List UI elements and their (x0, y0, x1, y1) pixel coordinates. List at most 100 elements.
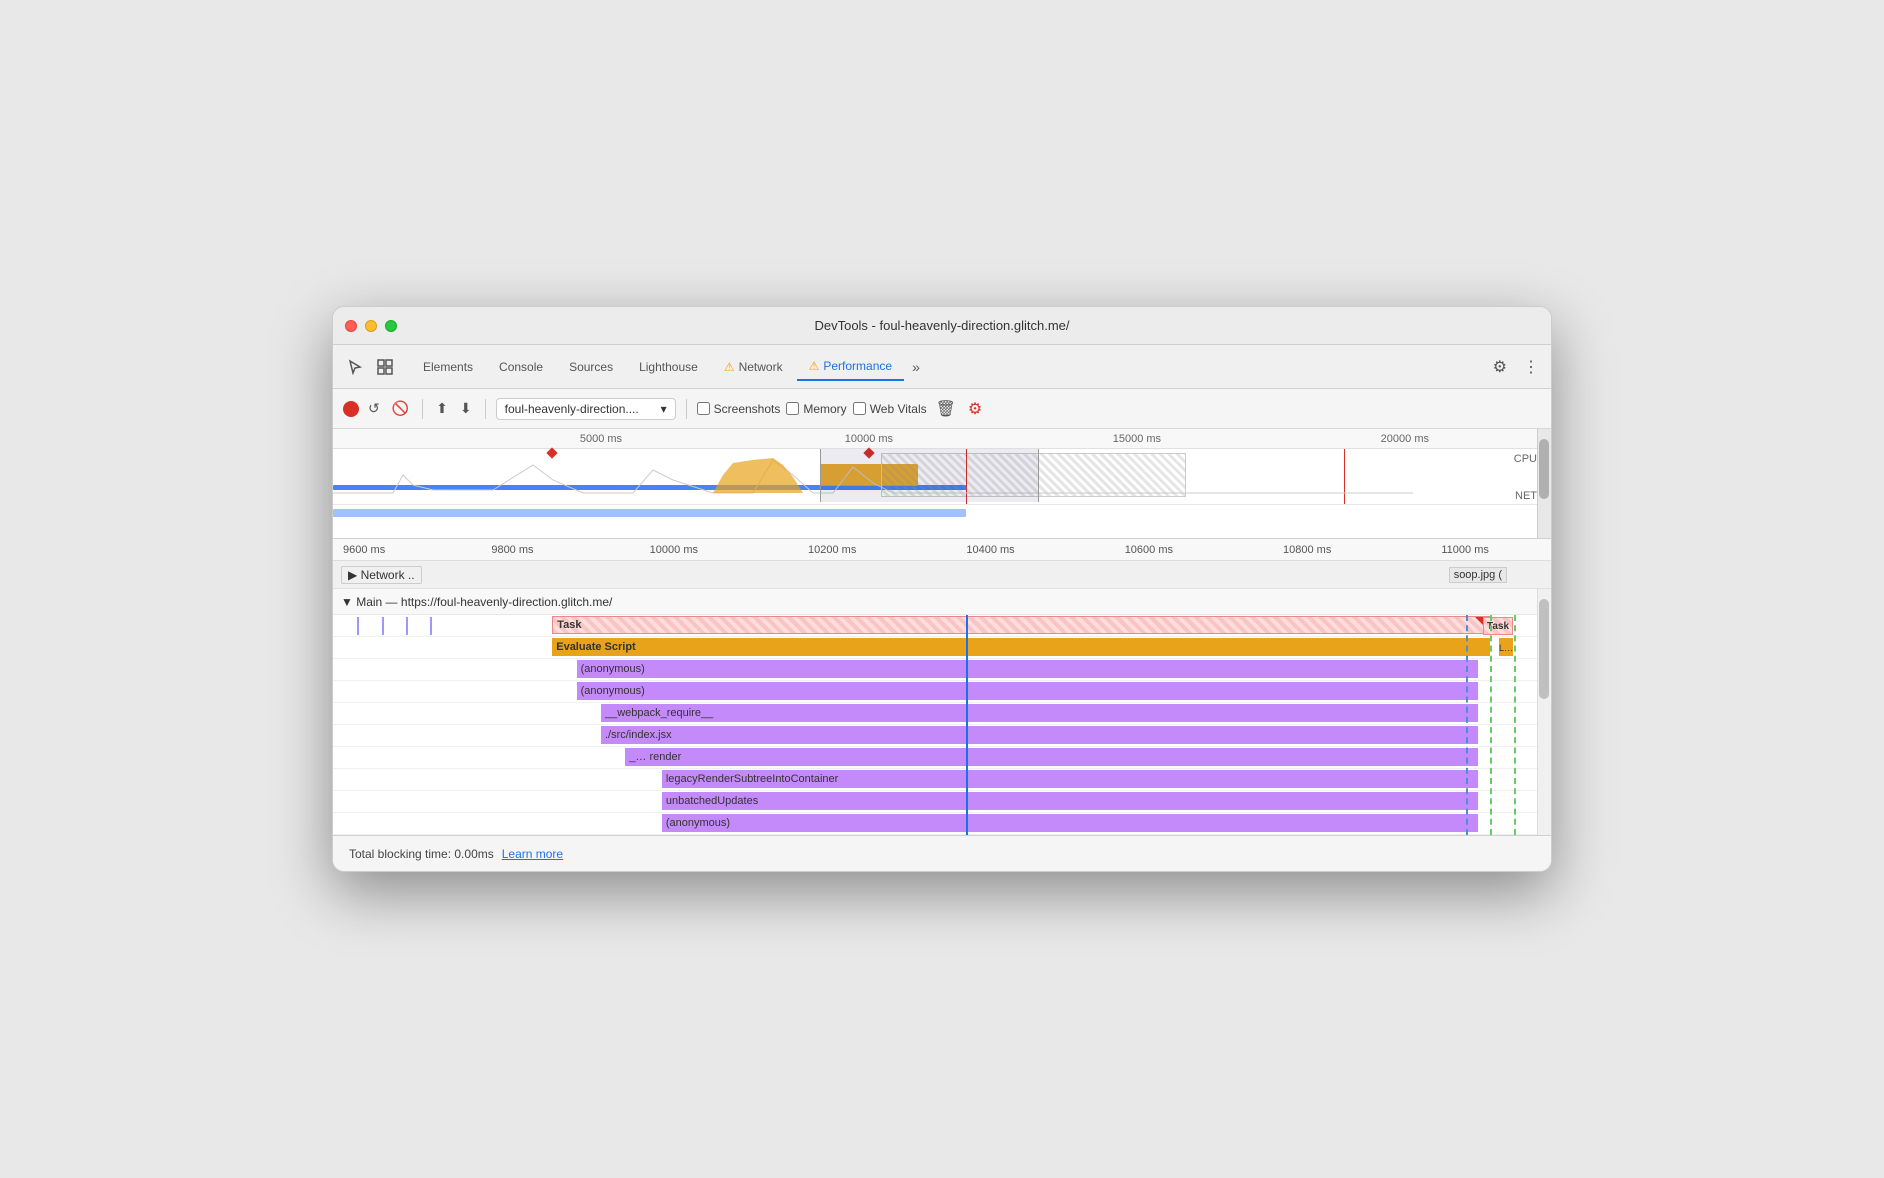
blocking-time-label: Total blocking time: 0.00ms (349, 847, 494, 861)
soop-badge: soop.jpg ( (1449, 567, 1507, 583)
scrollbar-thumb[interactable] (1539, 599, 1549, 699)
selection-band[interactable] (820, 449, 1039, 502)
anon3-bar[interactable]: (anonymous) (662, 814, 1478, 832)
tab-lighthouse[interactable]: Lighthouse (627, 354, 710, 380)
more-tabs-button[interactable]: » (906, 355, 926, 379)
toolbar-nav (341, 355, 399, 379)
flame-row-webpack[interactable]: __webpack_require__ (333, 703, 1551, 725)
tick-9600: 9600 ms (343, 544, 385, 556)
task-label: Task (557, 619, 581, 631)
download-button[interactable]: ⬇ (457, 397, 475, 420)
menu-button[interactable]: ⋮ (1519, 353, 1543, 381)
minimize-button[interactable] (365, 320, 377, 332)
scrollbar-thumb[interactable] (1539, 439, 1549, 499)
title-bar: DevTools - foul-heavenly-direction.glitc… (333, 307, 1551, 345)
reload-button[interactable]: ↺ (365, 397, 383, 420)
main-toolbar: Elements Console Sources Lighthouse ⚠ Ne… (333, 345, 1551, 389)
tab-performance[interactable]: ⚠ Performance (797, 353, 904, 381)
separator3 (686, 399, 687, 419)
tick-20000: 20000 ms (1381, 433, 1429, 445)
cursor-icon[interactable] (341, 355, 369, 379)
web-vitals-input[interactable] (853, 402, 866, 415)
tab-bar: Elements Console Sources Lighthouse ⚠ Ne… (411, 353, 1485, 381)
flame-rows: Task Task Evaluate Script L… (333, 615, 1551, 835)
webpack-label: __webpack_require__ (605, 707, 713, 719)
webpack-bar[interactable]: __webpack_require__ (601, 704, 1478, 722)
eval-label: Evaluate Script (556, 641, 635, 653)
dashed-line-3 (1514, 615, 1516, 835)
memory-input[interactable] (786, 402, 799, 415)
anon1-label: (anonymous) (581, 663, 645, 675)
tick-10200: 10200 ms (808, 544, 856, 556)
anon3-label: (anonymous) (666, 817, 730, 829)
tab-elements[interactable]: Elements (411, 354, 485, 380)
dashed-line-2 (1490, 615, 1492, 835)
net-label: NET (1515, 490, 1537, 502)
tick-9800: 9800 ms (491, 544, 533, 556)
settings-button[interactable]: ⚙ (1489, 353, 1511, 381)
record-bar: ↺ 🚫 ⬆ ⬇ foul-heavenly-direction.... ▾ Sc… (333, 389, 1551, 429)
inspect-icon[interactable] (371, 355, 399, 379)
render-bar[interactable]: _… render (625, 748, 1478, 766)
task-bar[interactable]: Task (552, 616, 1490, 634)
flame-row-render[interactable]: _… render (333, 747, 1551, 769)
close-button[interactable] (345, 320, 357, 332)
learn-more-link[interactable]: Learn more (502, 847, 563, 861)
tab-network[interactable]: ⚠ Network (712, 354, 795, 380)
unbatched-label: unbatchedUpdates (666, 795, 758, 807)
tick-10000: 10000 ms (845, 433, 893, 445)
memory-checkbox[interactable]: Memory (786, 402, 846, 416)
task-bar-right[interactable]: Task (1483, 617, 1513, 635)
dropdown-arrow-icon: ▾ (661, 402, 667, 416)
network-row-header: ▶ Network .. soop.jpg ( (333, 561, 1551, 589)
flame-row-anon3[interactable]: (anonymous) (333, 813, 1551, 835)
time-ruler-bottom: 9600 ms 9800 ms 10000 ms 10200 ms 10400 … (333, 539, 1551, 561)
eval-bar-right: L… (1499, 638, 1513, 656)
net-bar (333, 509, 966, 517)
src-label: ./src/index.jsx (605, 729, 672, 741)
legacy-label: legacyRenderSubtreeIntoContainer (666, 773, 838, 785)
vertical-cursor-line (966, 615, 968, 835)
flame-chart-wrapper: ▼ Main — https://foul-heavenly-direction… (333, 589, 1551, 835)
flame-row-anon2[interactable]: (anonymous) (333, 681, 1551, 703)
overview-scrollbar[interactable] (1537, 429, 1551, 538)
anon2-bar[interactable]: (anonymous) (577, 682, 1478, 700)
flame-row-legacy[interactable]: legacyRenderSubtreeIntoContainer (333, 769, 1551, 791)
render-label: _… render (629, 751, 681, 763)
tab-sources[interactable]: Sources (557, 354, 625, 380)
trash-button[interactable]: 🗑 (933, 396, 959, 422)
flame-row-anon1[interactable]: (anonymous) (333, 659, 1551, 681)
flame-row-task[interactable]: Task Task (333, 615, 1551, 637)
tick-11000: 11000 ms (1441, 544, 1489, 556)
eval-bar[interactable]: Evaluate Script (552, 638, 1490, 656)
flame-row-src[interactable]: ./src/index.jsx (333, 725, 1551, 747)
left-marker3 (406, 617, 408, 635)
flame-row-unbatched[interactable]: unbatchedUpdates (333, 791, 1551, 813)
network-row-label: ▶ Network .. (341, 566, 422, 584)
legacy-bar[interactable]: legacyRenderSubtreeIntoContainer (662, 770, 1478, 788)
status-bar: Total blocking time: 0.00ms Learn more (333, 835, 1551, 871)
toolbar-right: ⚙ ⋮ (1489, 353, 1543, 381)
upload-button[interactable]: ⬆ (433, 397, 451, 420)
separator (422, 399, 423, 419)
time-ruler-top: 5000 ms 10000 ms 15000 ms 20000 ms (333, 429, 1551, 449)
anon1-bar[interactable]: (anonymous) (577, 660, 1478, 678)
screenshots-input[interactable] (697, 402, 710, 415)
flame-row-eval[interactable]: Evaluate Script L… (333, 637, 1551, 659)
clear-button[interactable]: 🚫 (389, 397, 412, 420)
vertical-scrollbar[interactable] (1537, 589, 1551, 835)
timeline-overview[interactable]: 5000 ms 10000 ms 15000 ms 20000 ms CPU (333, 429, 1551, 539)
web-vitals-checkbox[interactable]: Web Vitals (853, 402, 927, 416)
src-bar[interactable]: ./src/index.jsx (601, 726, 1478, 744)
record-button[interactable] (343, 401, 359, 417)
maximize-button[interactable] (385, 320, 397, 332)
screenshots-checkbox[interactable]: Screenshots (697, 402, 781, 416)
main-section-header: ▼ Main — https://foul-heavenly-direction… (333, 589, 1551, 615)
tab-console[interactable]: Console (487, 354, 555, 380)
url-selector[interactable]: foul-heavenly-direction.... ▾ (496, 398, 676, 420)
unbatched-bar[interactable]: unbatchedUpdates (662, 792, 1478, 810)
performance-settings-button[interactable]: ⚙ (965, 396, 985, 422)
cpu-label: CPU (1514, 453, 1537, 465)
devtools-window: DevTools - foul-heavenly-direction.glitc… (332, 306, 1552, 872)
anon2-label: (anonymous) (581, 685, 645, 697)
